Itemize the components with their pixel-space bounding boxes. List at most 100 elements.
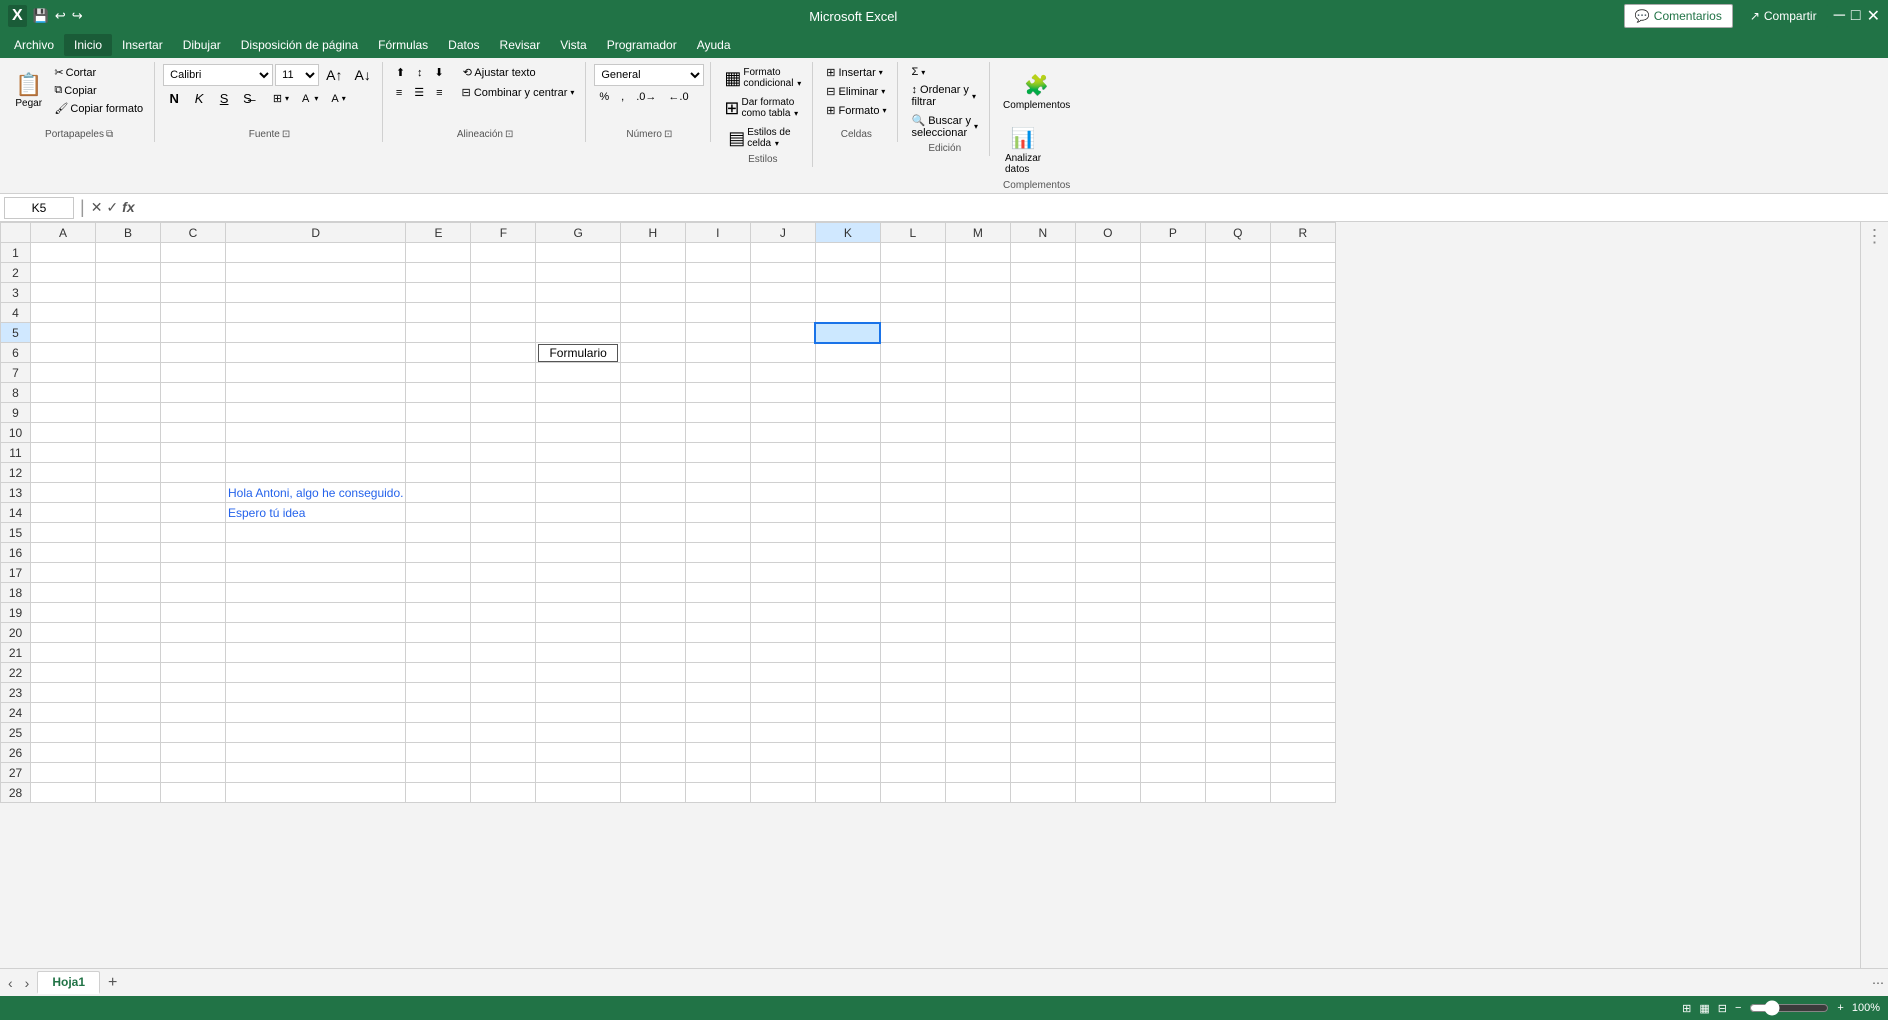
cell-j22[interactable] (750, 663, 815, 683)
cell-o20[interactable] (1075, 623, 1140, 643)
cell-e16[interactable] (406, 543, 471, 563)
underline-button[interactable]: S (213, 89, 235, 108)
cell-r6[interactable] (1270, 343, 1335, 363)
cell-r2[interactable] (1270, 263, 1335, 283)
cell-o1[interactable] (1075, 243, 1140, 263)
cell-h17[interactable] (620, 563, 685, 583)
cell-c13[interactable] (161, 483, 226, 503)
increase-decimal-button[interactable]: .0→ (631, 89, 661, 105)
col-header-L[interactable]: L (880, 223, 945, 243)
col-header-P[interactable]: P (1140, 223, 1205, 243)
cell-p5[interactable] (1140, 323, 1205, 343)
cell-j14[interactable] (750, 503, 815, 523)
cell-a19[interactable] (31, 603, 96, 623)
cell-r17[interactable] (1270, 563, 1335, 583)
cell-d25[interactable] (226, 723, 406, 743)
align-right-button[interactable]: ≡ (431, 85, 447, 101)
cell-l22[interactable] (880, 663, 945, 683)
cell-d21[interactable] (226, 643, 406, 663)
cell-o22[interactable] (1075, 663, 1140, 683)
cell-d11[interactable] (226, 443, 406, 463)
cell-h9[interactable] (620, 403, 685, 423)
cell-n7[interactable] (1010, 363, 1075, 383)
cell-h6[interactable] (620, 343, 685, 363)
cell-c5[interactable] (161, 323, 226, 343)
cell-k7[interactable] (815, 363, 880, 383)
cell-j27[interactable] (750, 763, 815, 783)
cell-j2[interactable] (750, 263, 815, 283)
cell-n9[interactable] (1010, 403, 1075, 423)
normal-view-icon[interactable]: ▦ (1699, 1002, 1709, 1015)
cell-l20[interactable] (880, 623, 945, 643)
cell-q24[interactable] (1205, 703, 1270, 723)
cell-n4[interactable] (1010, 303, 1075, 323)
cell-d6[interactable] (226, 343, 406, 363)
cell-i13[interactable] (685, 483, 750, 503)
cell-l5[interactable] (880, 323, 945, 343)
cell-m15[interactable] (945, 523, 1010, 543)
maximize-icon[interactable]: □ (1851, 7, 1861, 25)
cell-f8[interactable] (471, 383, 536, 403)
cell-e25[interactable] (406, 723, 471, 743)
cell-n26[interactable] (1010, 743, 1075, 763)
cell-f27[interactable] (471, 763, 536, 783)
cell-q16[interactable] (1205, 543, 1270, 563)
cell-n23[interactable] (1010, 683, 1075, 703)
sheet-options-icon[interactable]: ⋯ (1872, 976, 1884, 990)
cell-f11[interactable] (471, 443, 536, 463)
cell-q20[interactable] (1205, 623, 1270, 643)
cell-l13[interactable] (880, 483, 945, 503)
cell-c11[interactable] (161, 443, 226, 463)
cell-m17[interactable] (945, 563, 1010, 583)
cell-o10[interactable] (1075, 423, 1140, 443)
cell-p19[interactable] (1140, 603, 1205, 623)
cell-n27[interactable] (1010, 763, 1075, 783)
cell-f25[interactable] (471, 723, 536, 743)
cell-q4[interactable] (1205, 303, 1270, 323)
analyze-data-button[interactable]: 📊 Analizardatos (998, 122, 1048, 178)
cell-h18[interactable] (620, 583, 685, 603)
cell-m13[interactable] (945, 483, 1010, 503)
cell-g19[interactable] (536, 603, 620, 623)
cell-p7[interactable] (1140, 363, 1205, 383)
cell-n28[interactable] (1010, 783, 1075, 803)
cell-h12[interactable] (620, 463, 685, 483)
cell-a5[interactable] (31, 323, 96, 343)
cell-f4[interactable] (471, 303, 536, 323)
cell-i1[interactable] (685, 243, 750, 263)
cell-n16[interactable] (1010, 543, 1075, 563)
cell-d5[interactable] (226, 323, 406, 343)
cell-f5[interactable] (471, 323, 536, 343)
cell-b25[interactable] (96, 723, 161, 743)
cell-o25[interactable] (1075, 723, 1140, 743)
cell-g13[interactable] (536, 483, 620, 503)
cell-l18[interactable] (880, 583, 945, 603)
cell-e19[interactable] (406, 603, 471, 623)
cell-k28[interactable] (815, 783, 880, 803)
cell-f20[interactable] (471, 623, 536, 643)
cell-a15[interactable] (31, 523, 96, 543)
cell-p20[interactable] (1140, 623, 1205, 643)
cell-m4[interactable] (945, 303, 1010, 323)
cell-h11[interactable] (620, 443, 685, 463)
cell-p13[interactable] (1140, 483, 1205, 503)
cell-r3[interactable] (1270, 283, 1335, 303)
cell-r10[interactable] (1270, 423, 1335, 443)
cell-o8[interactable] (1075, 383, 1140, 403)
cell-f23[interactable] (471, 683, 536, 703)
cell-d16[interactable] (226, 543, 406, 563)
cell-a6[interactable] (31, 343, 96, 363)
cell-o26[interactable] (1075, 743, 1140, 763)
cell-l16[interactable] (880, 543, 945, 563)
cell-p26[interactable] (1140, 743, 1205, 763)
cell-b9[interactable] (96, 403, 161, 423)
cell-m9[interactable] (945, 403, 1010, 423)
cell-j3[interactable] (750, 283, 815, 303)
insert-function-icon[interactable]: fx (122, 199, 134, 216)
cell-n15[interactable] (1010, 523, 1075, 543)
cell-e6[interactable] (406, 343, 471, 363)
cell-l15[interactable] (880, 523, 945, 543)
cell-b14[interactable] (96, 503, 161, 523)
cell-c3[interactable] (161, 283, 226, 303)
cell-o28[interactable] (1075, 783, 1140, 803)
